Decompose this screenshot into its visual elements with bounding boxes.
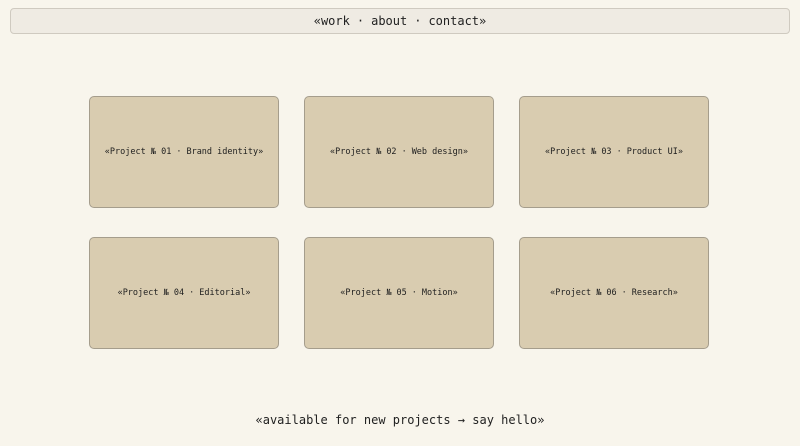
- project-card-02[interactable]: «Project № 02 · Web design»: [304, 96, 494, 208]
- nav-link-contact[interactable]: contact: [428, 14, 479, 28]
- card-separator: ·: [621, 288, 627, 298]
- card-separator: ·: [176, 147, 182, 157]
- project-label: Project: [109, 147, 146, 157]
- card-separator: ·: [401, 147, 407, 157]
- project-card-01[interactable]: «Project № 01 · Brand identity»: [89, 96, 279, 208]
- project-number: № 03: [591, 147, 612, 157]
- project-label: Project: [122, 288, 159, 298]
- project-label: Project: [335, 147, 371, 157]
- project-label: Project: [345, 288, 382, 298]
- card-close-quote: »: [258, 147, 264, 157]
- nav-separator: ·: [356, 14, 365, 28]
- project-title: Brand identity: [186, 147, 259, 157]
- project-title: Research: [631, 288, 673, 298]
- card-separator: ·: [411, 288, 417, 298]
- nav-link-about[interactable]: about: [371, 14, 407, 28]
- card-close-quote: »: [452, 288, 458, 298]
- project-number: № 04: [163, 288, 185, 298]
- card-close-quote: »: [672, 288, 678, 298]
- project-number: № 06: [596, 288, 617, 298]
- project-card-06[interactable]: «Project № 06 · Research»: [519, 237, 709, 349]
- nav-link-work[interactable]: work: [321, 14, 350, 28]
- project-card-03[interactable]: «Project № 03 · Product UI»: [519, 96, 709, 208]
- nav-close-quote: »: [479, 14, 487, 28]
- project-title: Web design: [411, 147, 463, 157]
- card-close-quote: »: [245, 288, 251, 298]
- project-label: Project: [550, 147, 586, 157]
- project-title: Editorial: [199, 288, 246, 298]
- project-title: Product UI: [626, 147, 678, 157]
- project-title: Motion: [421, 288, 453, 298]
- project-card-05[interactable]: «Project № 05 · Motion»: [304, 237, 494, 349]
- project-card-04[interactable]: «Project № 04 · Editorial»: [89, 237, 279, 349]
- nav-open-quote: «: [313, 14, 321, 28]
- footer-cta[interactable]: «available for new projects → say hello»: [0, 413, 800, 427]
- card-separator: ·: [189, 288, 195, 298]
- project-number: № 01: [150, 147, 172, 157]
- footer-text[interactable]: «available for new projects → say hello»: [256, 413, 545, 427]
- top-navigation: « work · about · contact »: [10, 8, 790, 34]
- project-grid: «Project № 01 · Brand identity» «Project №…: [89, 96, 709, 349]
- card-separator: ·: [616, 147, 622, 157]
- card-close-quote: »: [462, 147, 468, 157]
- project-number: № 02: [376, 147, 397, 157]
- nav-separator: ·: [414, 14, 422, 28]
- project-number: № 05: [386, 288, 407, 298]
- project-label: Project: [555, 288, 592, 298]
- card-close-quote: »: [677, 147, 683, 157]
